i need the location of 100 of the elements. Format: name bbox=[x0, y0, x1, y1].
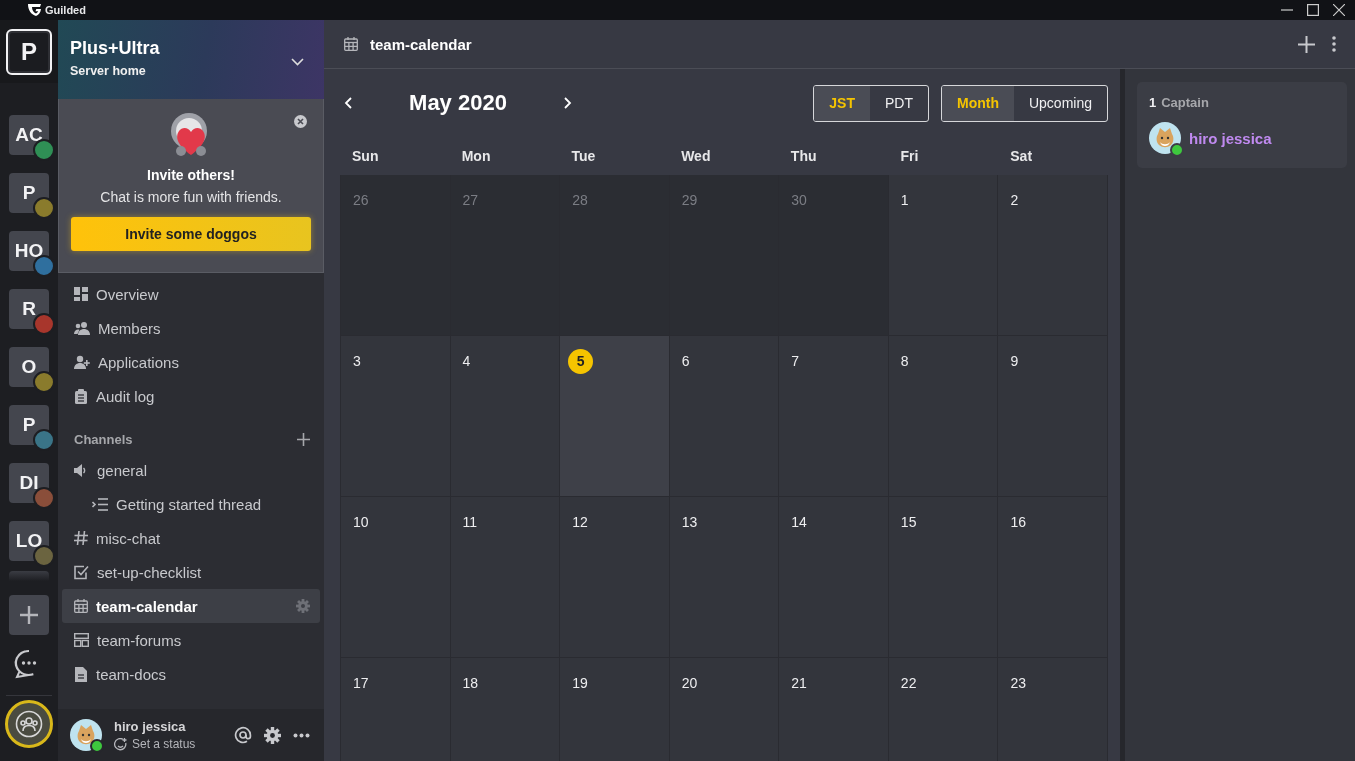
calendar-day-cell[interactable]: 19 bbox=[560, 658, 670, 761]
channel-item[interactable]: Getting started thread bbox=[62, 487, 320, 521]
channel-item[interactable]: misc-chat bbox=[62, 521, 320, 555]
calendar-day-cell[interactable]: 12 bbox=[560, 497, 670, 658]
day-number: 9 bbox=[1010, 353, 1019, 369]
nav-item[interactable]: Members bbox=[62, 311, 320, 345]
server-tile[interactable]: P bbox=[6, 28, 52, 75]
weekday-label: Mon bbox=[460, 148, 492, 164]
calendar-day-cell[interactable]: 21 bbox=[779, 658, 889, 761]
timezone-toggle[interactable]: PDT bbox=[870, 85, 928, 121]
server-subtitle: Server home bbox=[70, 64, 147, 78]
user-name: hiro jessica bbox=[114, 719, 187, 734]
day-number: 2 bbox=[1010, 192, 1019, 208]
plus-icon[interactable] bbox=[1298, 35, 1315, 53]
channel-item[interactable]: general bbox=[62, 453, 320, 487]
channel-item[interactable]: team-calendar bbox=[62, 589, 320, 623]
calendar-day-cell[interactable]: 15 bbox=[888, 497, 999, 658]
member-name[interactable]: hiro jessica bbox=[1189, 129, 1272, 147]
calendar-day-cell[interactable]: 11 bbox=[450, 497, 561, 658]
calendar-day-cell[interactable]: 7 bbox=[779, 336, 889, 497]
day-number: 19 bbox=[572, 675, 588, 691]
invite-button[interactable]: Invite some doggos bbox=[71, 217, 311, 251]
calendar-day-cell[interactable]: 20 bbox=[669, 658, 780, 761]
channel-item[interactable]: set-up-checklist bbox=[62, 555, 320, 589]
channel-title: team-calendar bbox=[370, 35, 473, 53]
server-header[interactable]: Plus+Ultra Server home bbox=[58, 20, 324, 99]
day-number: 3 bbox=[353, 353, 361, 369]
plus-icon[interactable] bbox=[297, 432, 310, 446]
chevron-left-icon[interactable] bbox=[344, 97, 352, 109]
channel-item[interactable]: team-docs bbox=[62, 657, 320, 691]
server-tile-partial[interactable] bbox=[9, 571, 49, 581]
view-toggle[interactable]: Month bbox=[942, 85, 1014, 121]
calendar-day-cell[interactable]: 14 bbox=[779, 497, 889, 658]
view-toggle[interactable]: Upcoming bbox=[1013, 85, 1107, 121]
calendar-day-cell[interactable]: 6 bbox=[669, 336, 780, 497]
day-number: 11 bbox=[462, 514, 478, 530]
nav-item[interactable]: Overview bbox=[62, 277, 320, 311]
calendar-day-cell[interactable]: 18 bbox=[450, 658, 561, 761]
nav-item[interactable]: Applications bbox=[62, 345, 320, 379]
calendar-day-cell[interactable]: 17 bbox=[341, 658, 451, 761]
day-number: 13 bbox=[681, 514, 698, 530]
calendar-day-cell[interactable]: 13 bbox=[669, 497, 780, 658]
weekday-label: Sun bbox=[351, 148, 380, 164]
clipboard-icon bbox=[74, 388, 88, 404]
weekday-label: Sat bbox=[1009, 148, 1034, 164]
calendar-day-cell[interactable]: 22 bbox=[888, 658, 999, 761]
calendar-day-cell[interactable]: 2 bbox=[998, 175, 1108, 336]
app-title: Guilded bbox=[45, 4, 86, 16]
more-icon[interactable] bbox=[293, 732, 310, 738]
chevron-right-icon[interactable] bbox=[564, 97, 572, 109]
forum-icon bbox=[74, 633, 89, 647]
maximize-icon[interactable] bbox=[1307, 4, 1319, 16]
day-number: 6 bbox=[681, 353, 690, 369]
day-number: 18 bbox=[462, 675, 479, 691]
community-button[interactable] bbox=[5, 700, 53, 748]
channels-heading: Channels bbox=[74, 431, 133, 447]
timezone-toggle[interactable]: JST bbox=[814, 85, 870, 121]
settings-icon[interactable] bbox=[264, 726, 281, 744]
day-number: 8 bbox=[900, 353, 909, 369]
calendar-day-cell[interactable]: 5 bbox=[560, 336, 670, 497]
day-number: 30 bbox=[791, 192, 807, 208]
nav-item[interactable]: Audit log bbox=[62, 379, 320, 413]
close-icon[interactable] bbox=[294, 115, 307, 128]
dashboard-icon bbox=[74, 287, 88, 301]
day-number: 22 bbox=[900, 675, 917, 691]
month-title: May 2020 bbox=[409, 90, 507, 116]
mention-icon[interactable] bbox=[234, 726, 252, 744]
person-add-icon bbox=[74, 355, 90, 369]
plus-icon bbox=[20, 606, 38, 624]
day-number: 4 bbox=[462, 353, 471, 369]
invite-title: Invite others! bbox=[147, 167, 235, 183]
calendar-day-cell[interactable]: 16 bbox=[998, 497, 1108, 658]
calendar-day-cell[interactable]: 1 bbox=[888, 175, 999, 336]
add-server-button[interactable] bbox=[9, 595, 49, 635]
weekday-label: Thu bbox=[789, 148, 818, 164]
calendar-day-cell[interactable]: 4 bbox=[450, 336, 561, 497]
weekday-label: Wed bbox=[680, 148, 712, 164]
document-icon bbox=[74, 666, 88, 682]
day-number: 7 bbox=[791, 353, 800, 369]
calendar-day-cell[interactable]: 9 bbox=[998, 336, 1108, 497]
calendar-day-cell[interactable]: 23 bbox=[998, 658, 1108, 761]
calendar-icon bbox=[74, 599, 88, 613]
calendar-day-cell[interactable]: 8 bbox=[888, 336, 999, 497]
checkbox-icon bbox=[74, 564, 89, 580]
close-icon[interactable] bbox=[1333, 4, 1345, 16]
day-number: 21 bbox=[791, 675, 807, 691]
invite-text: Chat is more fun with friends. bbox=[100, 189, 282, 205]
weekday-label: Tue bbox=[570, 148, 597, 164]
day-number: 16 bbox=[1010, 514, 1026, 530]
day-number: 29 bbox=[681, 192, 698, 208]
chevron-down-icon[interactable] bbox=[291, 58, 304, 66]
day-number: 14 bbox=[791, 514, 807, 530]
calendar-icon bbox=[344, 37, 358, 51]
day-number: 5 bbox=[568, 348, 594, 374]
channel-item[interactable]: team-forums bbox=[62, 623, 320, 657]
calendar-day-cell[interactable]: 3 bbox=[341, 336, 451, 497]
day-number: 26 bbox=[353, 192, 369, 208]
day-number: 10 bbox=[353, 514, 369, 530]
calendar-day-cell[interactable]: 10 bbox=[341, 497, 451, 658]
status-button[interactable]: Set a status bbox=[114, 737, 222, 751]
